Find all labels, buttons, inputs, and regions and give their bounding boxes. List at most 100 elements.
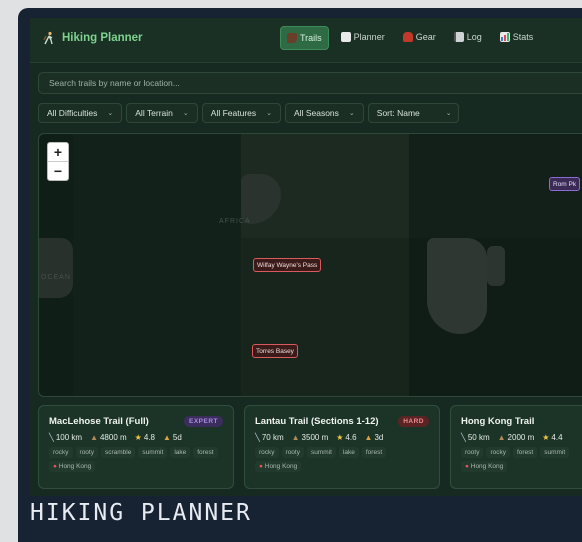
chevron-down-icon: ⌄ [107,110,114,117]
mountain-icon: ▲ [291,433,300,442]
difficulty-filter[interactable]: All Difficulties ⌄ [38,103,123,123]
map-region-label: OCEAN [41,274,71,281]
ruler-icon: ╲ [255,433,260,442]
app-title: Hiking Planner [62,32,143,44]
window-frame: Hiking Planner Trails Planner Gear Log S… [18,8,582,542]
backpack-icon [402,32,413,42]
trail-card[interactable]: Hong Kong Trail ╲ 50 km ▲ 2000 m ★ 4.4 root… [450,405,582,489]
tab-stats[interactable]: Stats [494,26,540,48]
tab-label: Gear [415,32,436,42]
app-container: Hiking Planner Trails Planner Gear Log S… [30,18,582,496]
filter-label: All Terrain [135,108,173,118]
bar-chart-icon [499,32,510,42]
trail-name: Lantau Trail (Sections 1-12) [255,416,379,427]
landmass [39,238,73,298]
distance-stat: ╲ 70 km [255,433,284,442]
trail-marker[interactable]: Torres Basey [252,344,298,358]
tab-label: Log [466,32,482,42]
difficulty-badge: EXPERT [183,416,223,427]
filter-label: All Difficulties [47,108,98,118]
location-tag: ● Hong Kong [49,461,96,472]
landmass [487,246,505,286]
filter-label: Sort: Name [376,108,420,118]
tag: forest [512,447,538,458]
tag: rocky [255,447,279,458]
zoom-control: + − [47,142,69,181]
location-label: Hong Kong [470,463,504,470]
marker-label: Wilfay Wayne's Pass [257,261,318,269]
location-label: Hong Kong [264,463,298,470]
distance-value: 70 km [261,433,284,442]
tab-trails[interactable]: Trails [280,26,329,50]
clipboard-icon [340,32,351,42]
zoom-out-button[interactable]: − [48,161,68,180]
trail-map[interactable]: AFRICA OCEAN + − Wilfay Wayne's Pass Tor… [38,133,582,397]
pin-icon: ● [465,463,469,470]
top-nav: Hiking Planner Trails Planner Gear Log S… [30,18,582,63]
marker-label: Torres Basey [256,347,294,355]
rating-stat: ★ 4.4 [542,433,562,442]
trail-card[interactable]: MacLehose Trail (Full) EXPERT ╲ 100 km ▲ 4… [38,405,234,489]
rating-stat: ★ 4.6 [336,433,356,442]
pin-icon: ● [53,463,57,470]
rating-value: 4.8 [143,433,155,442]
location-label: Hong Kong [58,463,92,470]
terrain-filter[interactable]: All Terrain ⌄ [126,103,198,123]
trail-stats: ╲ 70 km ▲ 3500 m ★ 4.6 ▲ 3d [255,433,429,442]
rating-value: 4.6 [345,433,357,442]
caption-title: HIKING PLANNER [30,500,252,526]
chevron-down-icon: ⌄ [348,110,355,117]
trail-marker[interactable]: Wilfay Wayne's Pass [253,258,322,272]
tag: lake [170,447,191,458]
duration-stat: ▲ 5d [163,433,182,442]
features-filter[interactable]: All Features ⌄ [201,103,282,123]
filter-label: All Seasons [294,108,339,118]
elevation-value: 4800 m [99,433,127,442]
tag-list: rocky rooty scramble summit lake forest … [49,447,227,472]
trail-card[interactable]: Lantau Trail (Sections 1-12) HARD ╲ 70 km… [244,405,440,489]
difficulty-badge: HARD [398,416,429,427]
elevation-value: 3500 m [301,433,329,442]
search-placeholder: Search trails by name or location... [49,78,180,88]
rating-value: 4.4 [551,433,563,442]
mountain-icon: ▲ [497,433,506,442]
brand[interactable]: Hiking Planner [42,31,143,45]
tab-planner[interactable]: Planner [335,26,391,48]
duration-value: 3d [374,433,384,442]
trail-name: MacLehose Trail (Full) [49,416,149,427]
trail-stats: ╲ 100 km ▲ 4800 m ★ 4.8 ▲ 5d [49,433,223,442]
zoom-in-button[interactable]: + [48,143,68,161]
distance-value: 100 km [55,433,83,442]
trail-marker[interactable]: Rom Pk [549,177,581,191]
tag: lake [338,447,359,458]
pin-icon: ● [259,463,263,470]
seasons-filter[interactable]: All Seasons ⌄ [285,103,364,123]
elevation-value: 2000 m [507,433,535,442]
tab-log[interactable]: Log [448,26,488,48]
tab-label: Trails [300,33,322,43]
tag: scramble [100,447,136,458]
ruler-icon: ╲ [461,433,466,442]
elevation-stat: ▲ 4800 m [90,433,127,442]
tent-icon: ▲ [162,433,171,442]
rating-stat: ★ 4.8 [135,433,155,442]
distance-value: 50 km [467,433,490,442]
tag-list: rocky rooty summit lake forest ● Hong Ko… [255,447,433,472]
tab-label: Stats [512,32,534,42]
africa-landmass [427,238,487,334]
location-tag: ● Hong Kong [255,461,302,472]
elevation-stat: ▲ 3500 m [292,433,329,442]
card-header: MacLehose Trail (Full) EXPERT [49,416,223,427]
card-header: Lantau Trail (Sections 1-12) HARD [255,416,429,427]
tag: forest [193,447,218,458]
tag-list: rooty rocky forest summit ● Hong Kong [461,447,582,472]
hiker-icon [43,31,53,45]
tab-gear[interactable]: Gear [397,26,442,48]
notebook-icon [453,32,464,42]
tag: rocky [49,447,73,458]
sort-select[interactable]: Sort: Name ⌄ [367,103,459,123]
distance-stat: ╲ 50 km [461,433,490,442]
map-tile [73,134,241,396]
search-input[interactable]: Search trails by name or location... [38,72,582,94]
tag: rocky [486,447,510,458]
